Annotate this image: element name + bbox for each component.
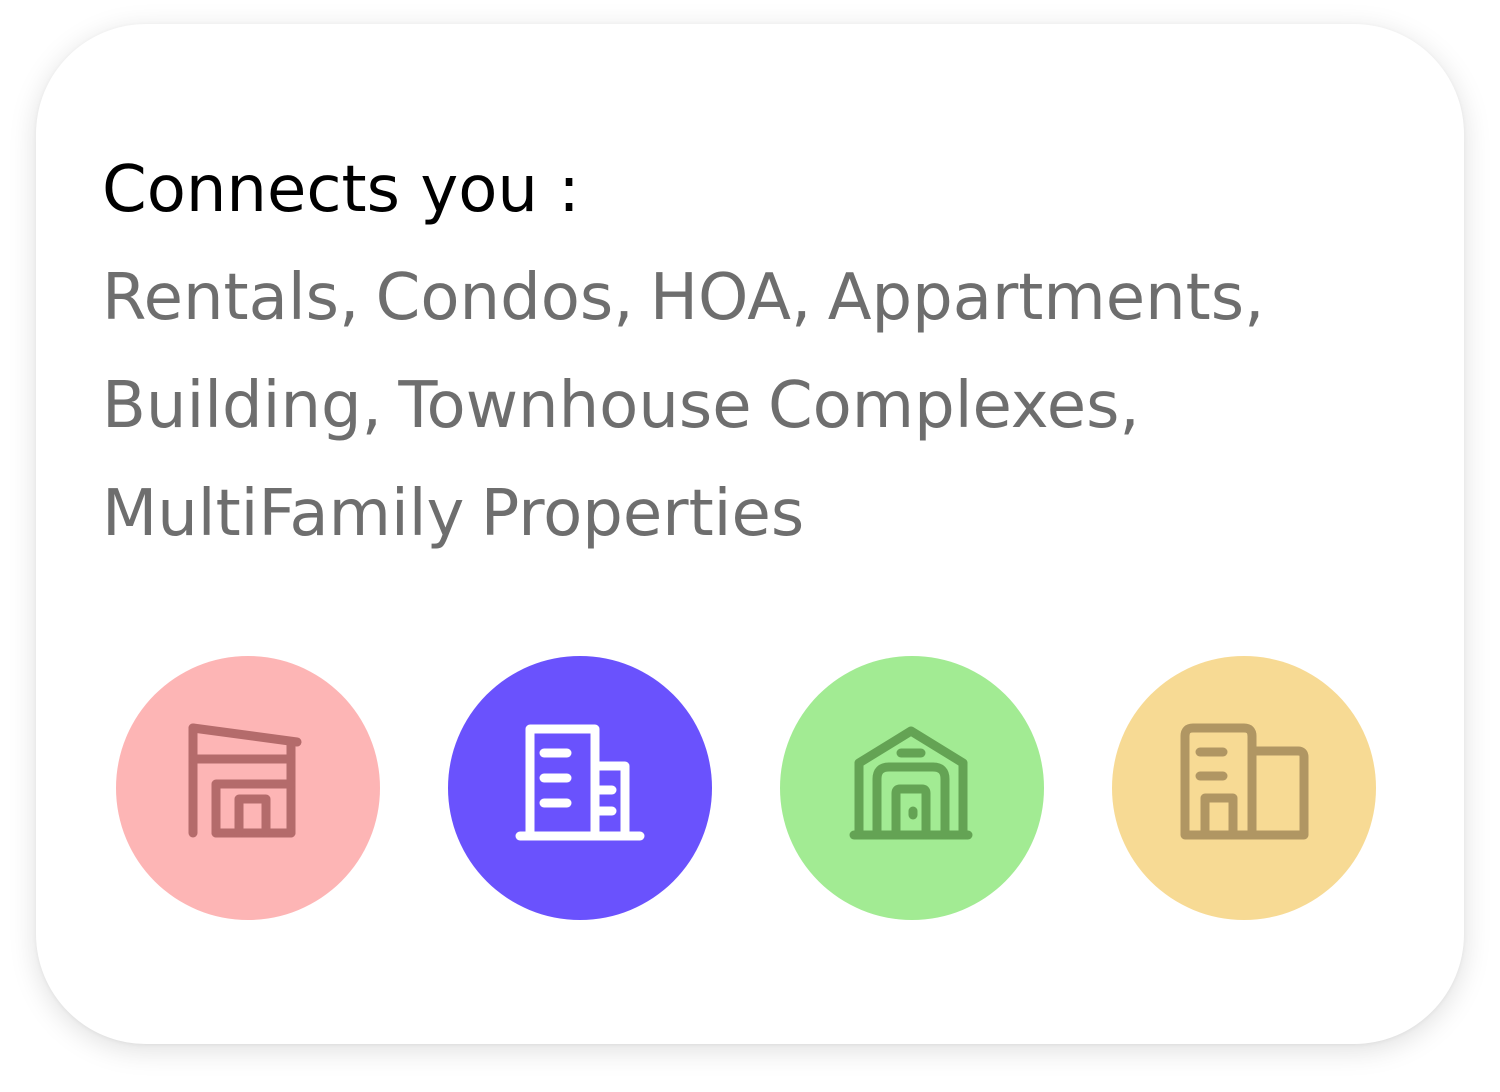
- office-building-icon: [1180, 723, 1309, 840]
- storefront-icon: [188, 723, 302, 838]
- warehouse-icon-circle: [780, 656, 1044, 920]
- property-types-text: Rentals, Condos, HOA, Appartments, Build…: [102, 261, 1265, 551]
- office-building-icon-circle: [1112, 656, 1376, 920]
- warehouse-icon: [849, 726, 973, 840]
- apartment-building-icon: [515, 724, 645, 841]
- apartment-building-icon-circle: [448, 656, 712, 920]
- card-heading: Connects you :: [102, 153, 580, 227]
- properties-card: Connects you : Rentals, Condos, HOA, App…: [36, 24, 1464, 1044]
- storefront-icon-circle: [116, 656, 380, 920]
